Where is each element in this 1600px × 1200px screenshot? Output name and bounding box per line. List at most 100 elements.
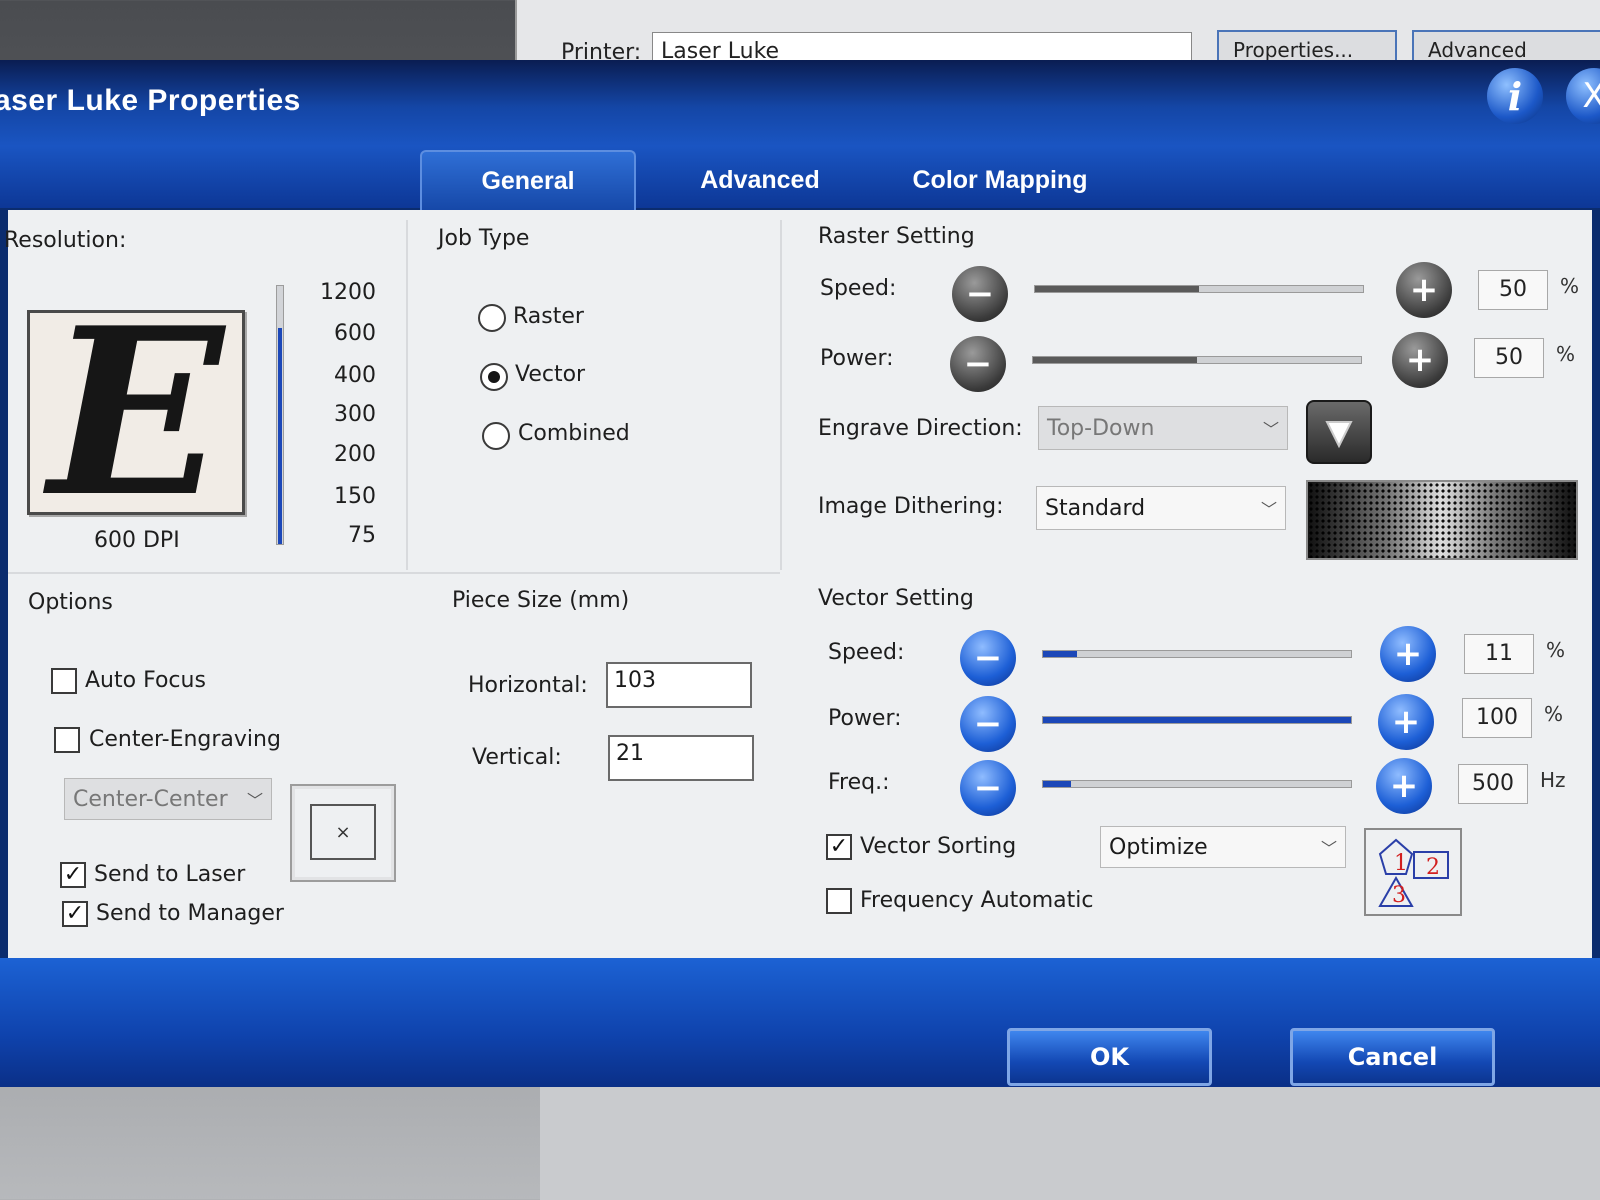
vector-freq-slider-fill: [1043, 781, 1071, 787]
raster-power-unit: %: [1556, 342, 1576, 366]
engrave-direction-arrow-icon[interactable]: [1306, 400, 1372, 464]
vector-freq-plus-button[interactable]: +: [1376, 758, 1432, 814]
chevron-down-icon: ﹀: [1320, 839, 1337, 858]
raster-setting-heading: Raster Setting: [818, 224, 975, 249]
laser-properties-dialog: aser Luke Properties i X General Advance…: [0, 60, 1600, 1087]
vector-power-value[interactable]: 100: [1462, 698, 1532, 738]
resolution-preview: E: [27, 310, 245, 515]
divider: [406, 220, 408, 570]
job-type-raster-radio[interactable]: [478, 304, 506, 332]
vector-power-label: Power:: [828, 706, 902, 731]
vector-power-minus-button[interactable]: −: [960, 696, 1016, 752]
vector-speed-unit: %: [1546, 638, 1566, 662]
job-type-vector-label[interactable]: Vector: [515, 362, 585, 387]
divider: [8, 572, 780, 574]
vector-sorting-label[interactable]: Vector Sorting: [860, 834, 1016, 859]
close-icon[interactable]: X: [1566, 68, 1600, 124]
cancel-button[interactable]: Cancel: [1290, 1028, 1495, 1086]
vector-freq-label: Freq.:: [828, 770, 890, 795]
horizontal-input[interactable]: 103: [606, 662, 752, 708]
vertical-input[interactable]: 21: [608, 735, 754, 781]
vector-speed-minus-button[interactable]: −: [960, 630, 1016, 686]
frequency-automatic-label[interactable]: Frequency Automatic: [860, 888, 1093, 913]
raster-power-plus-button[interactable]: +: [1392, 332, 1448, 388]
vector-power-plus-button[interactable]: +: [1378, 694, 1434, 750]
job-type-combined-radio[interactable]: [482, 422, 510, 450]
center-engraving-checkbox[interactable]: [54, 727, 80, 753]
divider: [780, 220, 782, 570]
tab-color-mapping[interactable]: Color Mapping: [890, 150, 1110, 210]
raster-speed-plus-button[interactable]: +: [1396, 262, 1452, 318]
resolution-tick[interactable]: 75: [306, 523, 376, 548]
image-dithering-label: Image Dithering:: [818, 494, 1004, 519]
job-type-raster-label[interactable]: Raster: [513, 304, 584, 329]
center-engraving-label[interactable]: Center-Engraving: [89, 727, 281, 752]
resolution-tick[interactable]: 400: [306, 363, 376, 388]
auto-focus-checkbox[interactable]: [51, 668, 77, 694]
ok-button[interactable]: OK: [1007, 1028, 1212, 1086]
sort-order-3: 3: [1392, 883, 1406, 908]
chevron-down-icon: ﹀: [1260, 500, 1277, 519]
vector-freq-unit: Hz: [1540, 768, 1566, 792]
resolution-current: 600 DPI: [94, 528, 180, 553]
vector-freq-minus-button[interactable]: −: [960, 760, 1016, 816]
resolution-tick[interactable]: 200: [306, 442, 376, 467]
vector-sorting-order-icon: 1 2 3: [1364, 828, 1462, 916]
vertical-label: Vertical:: [472, 745, 562, 770]
raster-speed-minus-button[interactable]: −: [952, 266, 1008, 322]
image-dithering-value: Standard: [1045, 495, 1146, 521]
raster-power-label: Power:: [820, 346, 894, 371]
position-center-marker: ×: [310, 804, 376, 860]
sorting-shapes-icon: 1 2 3: [1378, 838, 1449, 908]
image-dithering-select[interactable]: Standard ﹀: [1036, 486, 1286, 530]
vector-freq-value[interactable]: 500: [1458, 764, 1528, 804]
send-to-manager-label[interactable]: Send to Manager: [96, 901, 284, 926]
arrow-down-icon: [1325, 421, 1353, 449]
center-position-value: Center-Center: [73, 786, 228, 812]
resolution-tick[interactable]: 600: [306, 321, 376, 346]
tab-general[interactable]: General: [420, 150, 636, 210]
engrave-direction-select[interactable]: Top-Down ﹀: [1038, 406, 1288, 450]
raster-speed-slider-fill: [1035, 286, 1199, 292]
send-to-manager-checkbox[interactable]: ✓: [62, 901, 88, 927]
center-position-select[interactable]: Center-Center ﹀: [64, 778, 272, 820]
job-type-vector-radio[interactable]: [480, 363, 508, 391]
vector-power-unit: %: [1544, 702, 1564, 726]
vector-sorting-select[interactable]: Optimize ﹀: [1100, 826, 1346, 868]
raster-power-minus-button[interactable]: −: [950, 336, 1006, 392]
vector-speed-slider[interactable]: [1042, 650, 1352, 658]
auto-focus-label[interactable]: Auto Focus: [85, 668, 206, 693]
raster-power-value[interactable]: 50: [1474, 338, 1544, 378]
horizontal-label: Horizontal:: [468, 673, 588, 698]
send-to-laser-label[interactable]: Send to Laser: [94, 862, 245, 887]
resolution-tick[interactable]: 150: [306, 484, 376, 509]
raster-speed-label: Speed:: [820, 276, 897, 301]
chevron-down-icon: ﹀: [246, 791, 263, 810]
send-to-laser-checkbox[interactable]: ✓: [60, 862, 86, 888]
info-icon[interactable]: i: [1487, 68, 1543, 124]
general-panel: Resolution: E 600 DPI 1200 600 400 300 2…: [4, 210, 1592, 958]
raster-power-slider[interactable]: [1032, 356, 1362, 364]
vector-speed-value[interactable]: 11: [1464, 634, 1534, 674]
vector-speed-label: Speed:: [828, 640, 905, 665]
window-title: aser Luke Properties: [0, 84, 301, 117]
frequency-automatic-checkbox[interactable]: [826, 888, 852, 914]
sort-order-2: 2: [1426, 855, 1440, 880]
engrave-direction-label: Engrave Direction:: [818, 416, 1023, 441]
resolution-slider[interactable]: [276, 285, 284, 545]
vector-freq-slider[interactable]: [1042, 780, 1352, 788]
vector-setting-heading: Vector Setting: [818, 586, 974, 611]
vector-speed-plus-button[interactable]: +: [1380, 626, 1436, 682]
options-heading: Options: [28, 590, 113, 615]
resolution-tick[interactable]: 1200: [306, 280, 376, 305]
tab-bar: General Advanced Color Mapping: [0, 146, 1600, 210]
vector-power-slider[interactable]: [1042, 716, 1352, 724]
raster-speed-slider[interactable]: [1034, 285, 1364, 293]
vector-sorting-checkbox[interactable]: ✓: [826, 834, 852, 860]
piece-size-heading: Piece Size (mm): [452, 588, 630, 613]
job-type-combined-label[interactable]: Combined: [518, 421, 630, 446]
raster-speed-value[interactable]: 50: [1478, 270, 1548, 310]
tab-advanced[interactable]: Advanced: [670, 150, 850, 210]
vector-speed-slider-fill: [1043, 651, 1077, 657]
resolution-tick[interactable]: 300: [306, 402, 376, 427]
